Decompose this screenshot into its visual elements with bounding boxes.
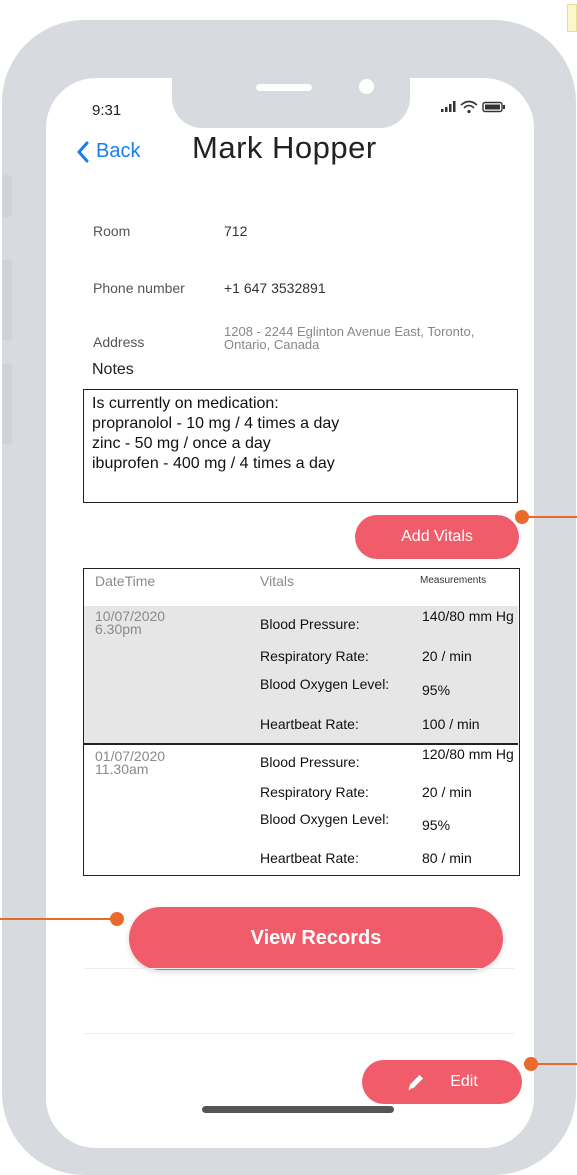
record-divider	[84, 743, 518, 745]
notes-label: Notes	[92, 361, 134, 378]
vital-value: 100 / min	[422, 716, 480, 732]
pencil-icon	[408, 1075, 424, 1090]
volume-down-button	[2, 364, 12, 444]
edit-button[interactable]: Edit	[362, 1060, 522, 1104]
mute-switch	[2, 175, 12, 217]
annotation-dot	[515, 510, 529, 524]
vital-value: 80 / min	[422, 850, 472, 866]
volume-up-button	[2, 260, 12, 340]
record-datetime: 10/07/2020 6.30pm	[95, 608, 166, 637]
vital-name: Heartbeat Rate:	[260, 850, 359, 866]
annotation-dot	[110, 912, 124, 926]
record-datetime: 01/07/2020 11.30am	[95, 748, 166, 777]
annotation-line	[538, 1063, 577, 1065]
prototype-canvas: 9:31 Back Mark Hopper Room 712 Phone num…	[0, 0, 577, 1175]
divider	[84, 968, 514, 969]
notes-box: Is currently on medication: propranolol …	[83, 389, 518, 503]
view-records-button[interactable]: View Records	[129, 907, 503, 970]
status-time: 9:31	[92, 102, 122, 119]
room-value: 712	[224, 223, 248, 239]
annotation-dot	[524, 1057, 538, 1071]
notes-line: Is currently on medication:	[92, 395, 279, 412]
vital-value: 95%	[422, 682, 451, 698]
vital-name: Blood Pressure:	[260, 616, 360, 632]
signal-icon	[441, 101, 456, 112]
vital-name: Blood Pressure:	[260, 754, 360, 770]
notes-line: propranolol - 10 mg / 4 times a day	[92, 415, 340, 432]
phone-label: Phone number	[93, 280, 185, 296]
address-value: 1208 - 2244 Eglinton Avenue East, Toront…	[224, 324, 475, 352]
page-title: Mark Hopper	[192, 130, 377, 165]
annotation-line	[0, 918, 122, 920]
vital-value: 140/80 mm Hg	[422, 608, 514, 624]
home-indicator	[202, 1106, 394, 1113]
vital-value: 20 / min	[422, 648, 472, 664]
vital-name: Blood Oxygen Level:	[260, 676, 390, 692]
back-label: Back	[96, 140, 141, 162]
notes-line: zinc - 50 mg / once a day	[92, 435, 271, 452]
vital-name: Respiratory Rate:	[260, 784, 369, 800]
divider	[84, 1033, 514, 1034]
chevron-left-icon	[77, 141, 89, 162]
vital-value: 120/80 mm Hg	[422, 746, 514, 762]
header-datetime: DateTime	[95, 573, 156, 589]
phone-screen: 9:31 Back Mark Hopper Room 712 Phone num…	[46, 78, 534, 1148]
sticky-note	[567, 4, 577, 32]
add-vitals-button[interactable]: Add Vitals	[355, 515, 519, 559]
vitals-record[interactable]: 01/07/2020 11.30am Blood Pressure: 120/8…	[84, 746, 518, 876]
speaker	[256, 84, 312, 91]
vitals-record[interactable]: 10/07/2020 6.30pm Blood Pressure: 140/80…	[84, 606, 518, 744]
back-button[interactable]: Back	[76, 140, 140, 163]
vital-name: Heartbeat Rate:	[260, 716, 359, 732]
room-label: Room	[93, 223, 131, 239]
address-label: Address	[93, 334, 145, 350]
phone-value: +1 647 3532891	[224, 280, 326, 296]
phone-frame: 9:31 Back Mark Hopper Room 712 Phone num…	[2, 20, 576, 1175]
wifi-icon	[460, 100, 478, 114]
vitals-table: DateTime Vitals Measurements 10/07/2020 …	[83, 568, 520, 876]
annotation-line	[529, 516, 577, 518]
header-measurements: Measurements	[420, 575, 487, 586]
battery-icon	[482, 101, 505, 113]
camera	[359, 79, 374, 94]
vital-value: 95%	[422, 817, 451, 833]
status-icons	[440, 100, 506, 114]
vital-name: Respiratory Rate:	[260, 648, 369, 664]
header-vitals: Vitals	[260, 573, 294, 589]
vital-name: Blood Oxygen Level:	[260, 811, 390, 827]
vital-value: 20 / min	[422, 784, 472, 800]
edit-label: Edit	[450, 1073, 478, 1090]
notes-line: ibuprofen - 400 mg / 4 times a day	[92, 455, 335, 472]
